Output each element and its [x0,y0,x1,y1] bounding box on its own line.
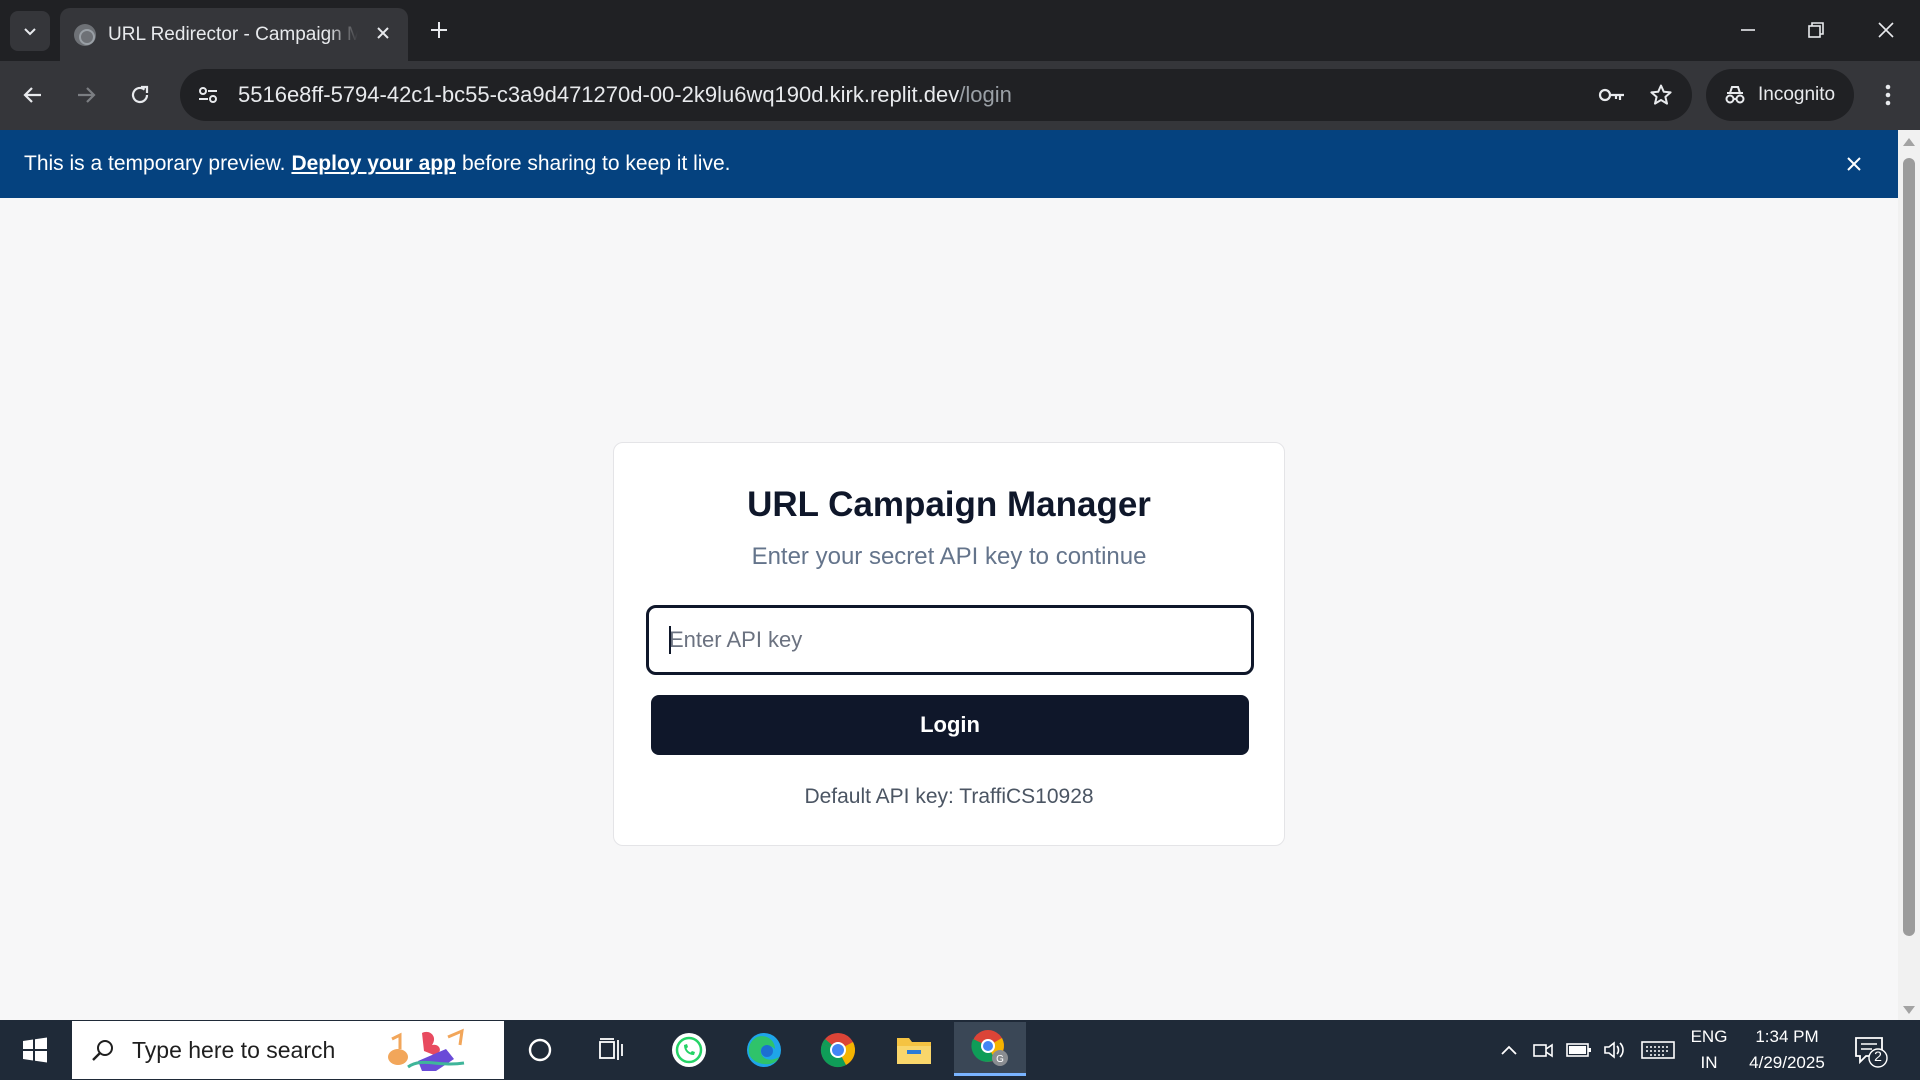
action-center-button[interactable]: 2 [1852,1034,1888,1068]
show-hidden-icons-button[interactable] [1496,1038,1522,1062]
banner-text-before: This is a temporary preview. [24,152,286,175]
file-explorer-icon [897,1038,931,1064]
edge-taskbar-button[interactable] [732,1026,796,1074]
chrome-profile-icon: G [971,1029,1008,1066]
svg-text:G: G [996,1054,1004,1065]
login-card: URL Campaign Manager Enter your secret A… [613,442,1285,846]
browser-title-bar: URL Redirector - Campaign Manager [0,0,1920,61]
address-bar[interactable]: 5516e8ff-5794-42c1-bc55-c3a9d471270d-00-… [180,69,1692,121]
file-explorer-taskbar-button[interactable] [882,1026,946,1074]
chevron-up-icon [1501,1045,1517,1055]
incognito-profile-button[interactable]: Incognito [1706,69,1854,121]
windows-logo-icon [23,1037,47,1063]
password-key-button[interactable] [1592,75,1632,115]
new-tab-button[interactable] [424,15,454,45]
close-icon [377,27,389,39]
url-path: /login [959,82,1012,107]
scroll-down-arrow-icon[interactable] [1903,1006,1915,1014]
cortana-icon [528,1038,552,1062]
task-view-button[interactable] [580,1026,644,1074]
tab-close-button[interactable] [370,20,396,46]
tab-search-button[interactable] [10,11,50,51]
windows-taskbar: Type here to search G ENG IN 1:34 PM 4/2… [0,1020,1920,1080]
task-view-icon [599,1038,623,1060]
close-icon [1878,22,1894,38]
page-scrollbar[interactable] [1898,130,1920,1020]
close-icon [1847,157,1861,171]
battery-button[interactable] [1566,1038,1592,1062]
tune-icon [199,87,217,103]
chrome-profile-taskbar-button[interactable]: G [954,1022,1026,1076]
default-api-key-hint: Default API key: TraffiCS10928 [804,785,1094,808]
taskbar-search-box[interactable]: Type here to search [72,1021,504,1079]
notification-count: 2 [1874,1048,1882,1064]
minimize-button[interactable] [1724,8,1772,52]
restore-button[interactable] [1792,8,1840,52]
clock[interactable]: 1:34 PM 4/29/2025 [1740,1024,1834,1076]
chrome-taskbar-button[interactable] [806,1026,870,1074]
url-text: 5516e8ff-5794-42c1-bc55-c3a9d471270d-00-… [238,82,1012,108]
reload-icon [131,85,149,104]
incognito-icon [1725,86,1745,104]
clock-time: 1:34 PM [1755,1027,1819,1046]
camera-icon [1533,1043,1553,1058]
close-window-button[interactable] [1862,8,1910,52]
tab-title: URL Redirector - Campaign Manager [108,23,358,45]
arrow-right-icon [78,87,96,103]
bookmark-button[interactable] [1641,75,1681,115]
banner-text-after: before sharing to keep it live. [461,152,731,175]
chrome-icon [820,1033,855,1068]
input-language-indicator[interactable]: ENG IN [1684,1024,1734,1076]
text-caret [669,626,671,654]
plus-icon [431,22,447,38]
arrow-left-icon [23,87,41,103]
whatsapp-taskbar-button[interactable] [657,1026,721,1074]
search-placeholder: Type here to search [132,1036,336,1063]
incognito-label: Incognito [1758,84,1836,105]
touch-keyboard-button[interactable] [1640,1038,1676,1062]
reload-button[interactable] [120,75,160,115]
clock-date: 4/29/2025 [1749,1053,1825,1072]
forward-button[interactable] [66,75,106,115]
volume-button[interactable] [1602,1038,1628,1062]
preview-banner: This is a temporary preview. Deploy your… [0,130,1898,198]
whatsapp-icon [672,1033,706,1067]
deploy-app-link[interactable]: Deploy your app [291,152,456,176]
edge-icon [747,1033,781,1067]
page-viewport: This is a temporary preview. Deploy your… [0,130,1898,1020]
restore-icon [1808,22,1824,38]
url-host: 5516e8ff-5794-42c1-bc55-c3a9d471270d-00-… [238,82,960,107]
speaker-icon [1604,1041,1624,1059]
star-icon [1650,84,1672,105]
api-key-input[interactable] [646,605,1254,675]
battery-icon [1566,1043,1591,1057]
meet-now-button[interactable] [1530,1038,1556,1062]
language-code: ENG [1690,1027,1728,1046]
login-subtitle: Enter your secret API key to continue [751,543,1147,570]
region-code: IN [1700,1053,1718,1072]
chevron-down-icon [24,28,36,36]
scroll-up-arrow-icon[interactable] [1903,138,1915,146]
search-highlight-illustration-icon [388,1028,465,1071]
key-icon [1598,88,1624,102]
start-button[interactable] [0,1020,70,1080]
globe-icon [74,23,96,46]
login-button[interactable]: Login [651,695,1249,755]
site-info-button[interactable] [188,75,228,115]
minimize-icon [1741,29,1755,31]
keyboard-icon [1641,1041,1675,1059]
cortana-button[interactable] [508,1026,572,1074]
page-title: URL Campaign Manager [747,485,1151,524]
banner-close-button[interactable] [1840,150,1868,178]
more-vertical-icon [1885,84,1891,106]
back-button[interactable] [13,75,53,115]
scrollbar-thumb[interactable] [1903,158,1915,936]
search-icon [92,1040,113,1061]
browser-toolbar: 5516e8ff-5794-42c1-bc55-c3a9d471270d-00-… [0,61,1920,130]
browser-tab[interactable]: URL Redirector - Campaign Manager [60,8,408,61]
browser-menu-button[interactable] [1868,75,1908,115]
